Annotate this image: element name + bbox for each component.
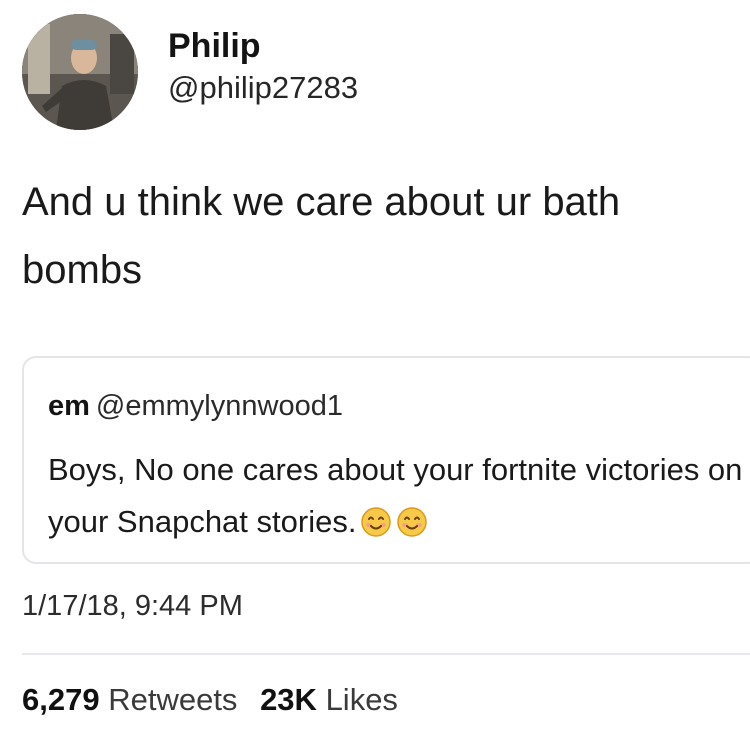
tweet-stats: 6,279 Retweets 23K Likes [22,680,398,720]
quoted-tweet-text: Boys, No one cares about your fortnite v… [48,452,743,539]
likes-label[interactable]: Likes [326,682,398,717]
quoted-tweet-header: em @emmylynnwood1 [48,388,343,424]
quoted-author-handle: @emmylynnwood1 [95,390,343,422]
author-handle[interactable]: @philip27283 [168,68,358,108]
retweets-label[interactable]: Retweets [108,682,237,717]
likes-count[interactable]: 23K [260,682,317,717]
author-display-name[interactable]: Philip [168,26,358,66]
quoted-tweet-text-block: Boys, No one cares about your fortnite v… [48,444,748,554]
author-names: Philip @philip27283 [168,26,358,108]
smiling-face-icon [396,502,428,554]
retweets-count[interactable]: 6,279 [22,682,100,717]
smiling-face-icon [360,502,392,554]
avatar-photo-icon [22,14,138,130]
quoted-tweet[interactable]: em @emmylynnwood1 Boys, No one cares abou… [22,356,750,564]
tweet-header: Philip @philip27283 [22,14,358,130]
tweet-timestamp[interactable]: 1/17/18, 9:44 PM [22,588,243,624]
quoted-author-name: em [48,390,90,422]
tweet-card: Philip @philip27283 And u think we care … [0,0,750,740]
divider [22,653,750,655]
tweet-text: And u think we care about ur bath bombs [22,180,621,292]
avatar[interactable] [22,14,138,130]
